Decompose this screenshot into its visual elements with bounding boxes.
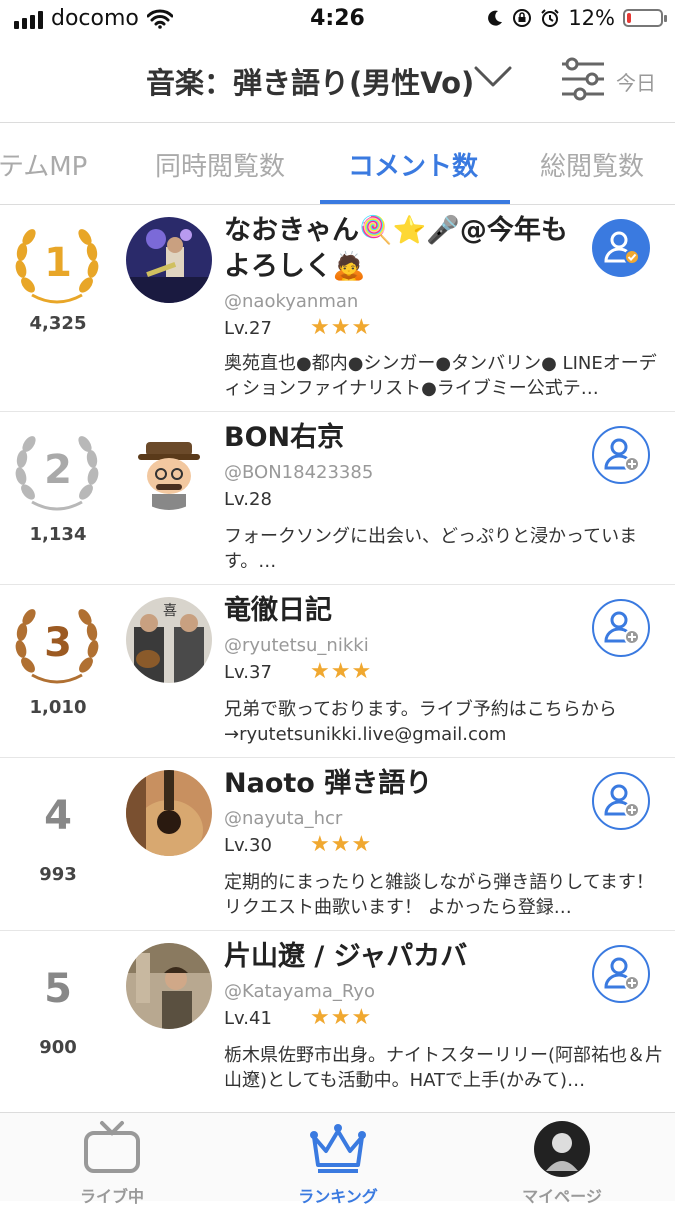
follow-user-button[interactable] bbox=[592, 772, 650, 830]
comment-count: 900 bbox=[39, 1037, 77, 1058]
avatar[interactable] bbox=[126, 943, 212, 1029]
rank-number: 2 bbox=[44, 447, 72, 493]
comment-count: 993 bbox=[39, 864, 77, 885]
user-name[interactable]: Naoto 弾き語り bbox=[224, 766, 584, 802]
rank-number: 4 bbox=[44, 793, 72, 839]
user-description: 兄弟で歌っております。ライブ予約はこちらから→ryutetsunikki.liv… bbox=[224, 699, 617, 745]
user-name[interactable]: なおきゃん🍭⭐🎤@今年もよろしく🙇 bbox=[224, 213, 584, 285]
avatar-icon bbox=[534, 1121, 590, 1177]
avatar[interactable]: 喜 bbox=[126, 597, 212, 683]
filter-icon[interactable] bbox=[558, 56, 608, 102]
battery-icon bbox=[623, 9, 667, 27]
tab-comments[interactable]: コメント数 bbox=[348, 146, 478, 183]
user-level: Lv.28 bbox=[224, 489, 272, 510]
bottom-tab-bar: ライブ中 ランキング マイページ bbox=[0, 1112, 675, 1206]
crown-icon bbox=[310, 1124, 366, 1173]
user-name[interactable]: 竜徹日記 bbox=[224, 593, 584, 629]
ranking-row-5[interactable]: 5 900 片山遼 / ジャパカバ @Katayama_Ryo Lv.41 ★★… bbox=[0, 931, 675, 1103]
ranking-row-1[interactable]: 1 4,325 なおきゃん🍭⭐🎤@今年もよろしく🙇 @naokyanman Lv… bbox=[0, 205, 675, 412]
user-handle: @nayuta_hcr bbox=[224, 808, 343, 829]
user-handle: @Katayama_Ryo bbox=[224, 981, 376, 1002]
tab-label: ライブ中 bbox=[79, 1187, 144, 1206]
battery-percent: 12% bbox=[568, 6, 615, 30]
rank-number: 5 bbox=[44, 966, 72, 1012]
tab-label: ランキング bbox=[298, 1187, 378, 1206]
ranking-list: 1 4,325 なおきゃん🍭⭐🎤@今年もよろしく🙇 @naokyanman Lv… bbox=[0, 205, 675, 1103]
ranking-tabs: テムMP 同時閲覧数 コメント数 総閲覧数 bbox=[0, 124, 675, 204]
comment-count: 1,134 bbox=[29, 524, 87, 545]
tab-item-mp[interactable]: テムMP bbox=[0, 146, 87, 183]
user-description: フォークソングに出会い、どっぷりと浸かっています。… bbox=[224, 526, 638, 572]
avatar[interactable] bbox=[126, 424, 212, 510]
rating-stars: ★★★ bbox=[310, 1005, 373, 1030]
user-handle: @naokyanman bbox=[224, 291, 359, 312]
avatar[interactable] bbox=[126, 770, 212, 856]
user-level: Lv.37 bbox=[224, 662, 272, 683]
avatar[interactable] bbox=[126, 217, 212, 303]
period-label[interactable]: 今日 bbox=[616, 67, 656, 96]
tab-mypage[interactable]: マイページ bbox=[472, 1119, 652, 1206]
tv-icon bbox=[84, 1121, 140, 1173]
user-description: 奥苑直也●都内●シンガー●タンバリン● LINEオーディションファイナリスト●ラ… bbox=[224, 353, 657, 399]
user-handle: @ryutetsu_nikki bbox=[224, 635, 369, 656]
follow-user-button[interactable] bbox=[592, 599, 650, 657]
comment-count: 4,325 bbox=[29, 313, 87, 334]
header: 音楽：弾き語り(男性Vo) 今日 bbox=[0, 40, 675, 122]
rank-number: 1 bbox=[44, 240, 72, 286]
tab-live[interactable]: ライブ中 bbox=[22, 1119, 202, 1206]
tab-label: マイページ bbox=[522, 1187, 602, 1206]
user-name[interactable]: 片山遼 / ジャパカバ bbox=[224, 939, 584, 975]
tab-total-views[interactable]: 総閲覧数 bbox=[540, 146, 644, 183]
chevron-down-icon[interactable] bbox=[470, 56, 516, 96]
svg-text:喜: 喜 bbox=[163, 603, 177, 619]
alarm-icon bbox=[541, 9, 560, 27]
user-description: 定期的にまったりと雑談しながら弾き語りしてます！リクエスト曲歌います！ よかった… bbox=[224, 872, 654, 918]
user-description: 栃木県佐野市出身。ナイトスターリリー(阿部祐也＆片山遼)としても活動中。HATで… bbox=[224, 1045, 664, 1091]
ranking-row-2[interactable]: 2 1,134 BON右京 @BON18423385 Lv.28 フォークソング… bbox=[0, 412, 675, 585]
user-handle: @BON18423385 bbox=[224, 462, 374, 483]
comment-count: 1,010 bbox=[29, 697, 87, 718]
ranking-row-4[interactable]: 4 993 Naoto 弾き語り @nayuta_hcr Lv.30 ★★★ 定… bbox=[0, 758, 675, 931]
rating-stars: ★★★ bbox=[310, 315, 373, 340]
status-bar: docomo 4:26 12% bbox=[0, 0, 675, 40]
user-level: Lv.41 bbox=[224, 1008, 272, 1029]
user-level: Lv.27 bbox=[224, 318, 272, 339]
divider bbox=[0, 122, 675, 123]
tab-concurrent-viewers[interactable]: 同時閲覧数 bbox=[155, 146, 285, 183]
follow-user-button[interactable] bbox=[592, 426, 650, 484]
rotation-lock-icon bbox=[513, 9, 532, 27]
user-name[interactable]: BON右京 bbox=[224, 420, 584, 456]
rating-stars: ★★★ bbox=[310, 659, 373, 684]
follow-user-button[interactable] bbox=[592, 945, 650, 1003]
tab-ranking[interactable]: ランキング bbox=[248, 1119, 428, 1206]
user-level: Lv.30 bbox=[224, 835, 272, 856]
category-title[interactable]: 音楽：弾き語り(男性Vo) bbox=[146, 60, 474, 102]
ranking-row-3[interactable]: 3 1,010 喜 竜徹日記 @ryutetsu_nikki Lv.37 ★★★… bbox=[0, 585, 675, 758]
moon-icon bbox=[488, 10, 503, 26]
status-right: 12% bbox=[486, 6, 667, 30]
rank-number: 3 bbox=[44, 620, 72, 666]
rating-stars: ★★★ bbox=[310, 832, 373, 857]
followed-user-button[interactable] bbox=[592, 219, 650, 277]
